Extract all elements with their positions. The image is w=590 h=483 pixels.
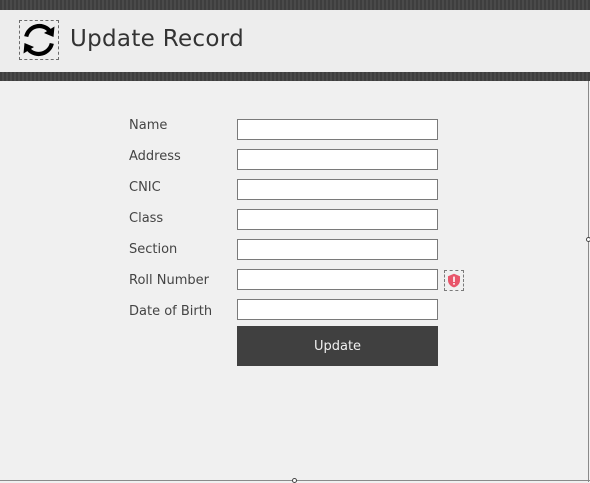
section-input[interactable] (237, 239, 438, 260)
roll-number-input[interactable] (237, 269, 438, 290)
refresh-icon (19, 20, 59, 60)
name-input[interactable] (237, 119, 438, 140)
roll-number-label: Roll Number (129, 273, 209, 288)
resize-handle-bottom[interactable] (292, 478, 297, 483)
window-border-right (588, 81, 589, 482)
class-input[interactable] (237, 209, 438, 230)
class-label: Class (129, 211, 164, 226)
date-of-birth-input[interactable] (237, 299, 438, 320)
cnic-input[interactable] (237, 179, 438, 200)
section-label: Section (129, 242, 178, 257)
resize-handle-right[interactable] (586, 237, 590, 242)
header-top-stripe (0, 0, 590, 10)
cnic-label: CNIC (129, 180, 161, 195)
address-label: Address (129, 149, 181, 164)
name-label: Name (129, 118, 168, 133)
update-button[interactable]: Update (237, 326, 438, 366)
header-bottom-stripe (0, 72, 590, 81)
page-title: Update Record (70, 26, 244, 52)
error-shield-icon (444, 270, 464, 291)
date-of-birth-label: Date of Birth (129, 304, 213, 319)
address-input[interactable] (237, 149, 438, 170)
